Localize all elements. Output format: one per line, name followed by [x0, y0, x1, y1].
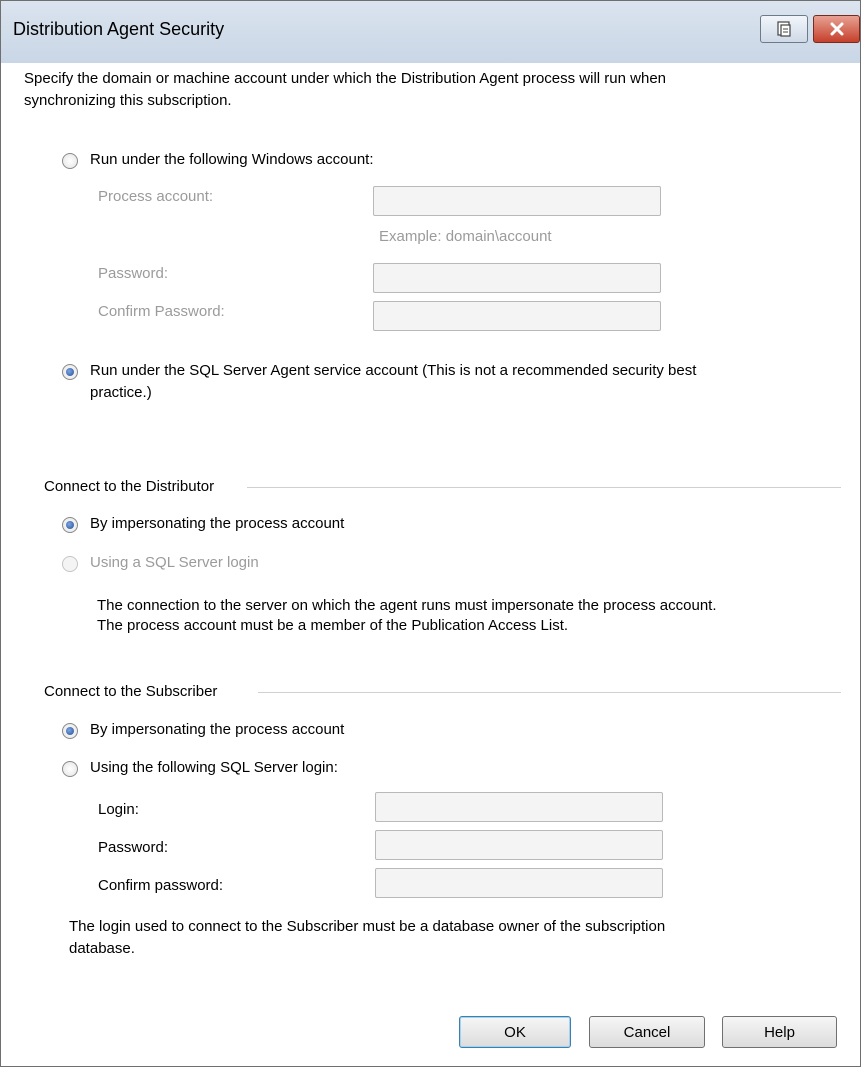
label-windows-account[interactable]: Run under the following Windows account:: [90, 151, 374, 168]
radio-subscriber-impersonate[interactable]: [62, 723, 78, 739]
process-account-input[interactable]: [373, 186, 661, 216]
radio-agent-service-account[interactable]: [62, 364, 78, 380]
label-process-account: Process account:: [98, 188, 214, 205]
subscriber-note-line1: The login used to connect to the Subscri…: [69, 918, 666, 935]
subscriber-confirm-password-input[interactable]: [375, 868, 663, 898]
ok-button[interactable]: OK: [459, 1016, 571, 1048]
login-input[interactable]: [375, 792, 663, 822]
title-bar: Distribution Agent Security: [1, 1, 860, 63]
help-title-button[interactable]: [760, 15, 808, 43]
confirm-password-input[interactable]: [373, 301, 661, 331]
radio-windows-account[interactable]: [62, 153, 78, 169]
label-agent-service-account-line1[interactable]: Run under the SQL Server Agent service a…: [90, 362, 696, 379]
label-password: Password:: [98, 265, 169, 282]
example-text: Example: domain\account: [379, 228, 552, 245]
close-button[interactable]: [813, 15, 860, 43]
label-subscriber-password: Password:: [98, 839, 169, 856]
group-distributor-divider: [247, 487, 841, 488]
window-title: Distribution Agent Security: [13, 19, 225, 39]
label-confirm-password: Confirm Password:: [98, 303, 225, 320]
label-subscriber-confirm-password: Confirm password:: [98, 877, 224, 894]
label-login: Login:: [98, 801, 139, 818]
radio-subscriber-sql-login[interactable]: [62, 761, 78, 777]
intro-text-line2: synchronizing this subscription.: [24, 92, 232, 109]
label-distributor-sql-login[interactable]: Using a SQL Server login: [90, 554, 259, 571]
label-subscriber-sql-login[interactable]: Using the following SQL Server login:: [90, 759, 338, 776]
subscriber-password-input[interactable]: [375, 830, 663, 860]
help-button[interactable]: Help: [722, 1016, 837, 1048]
help-icon: [777, 21, 791, 37]
distribution-agent-security-dialog: Distribution Agent Security Specify the …: [0, 0, 861, 1067]
group-distributor-label: Connect to the Distributor: [44, 478, 215, 495]
password-input[interactable]: [373, 263, 661, 293]
radio-distributor-sql-login[interactable]: [62, 556, 78, 572]
subscriber-note-line2: database.: [69, 940, 135, 957]
distributor-note-line2: The process account must be a member of …: [97, 617, 569, 634]
label-distributor-impersonate[interactable]: By impersonating the process account: [90, 515, 344, 532]
cancel-button[interactable]: Cancel: [589, 1016, 705, 1048]
distributor-note-line1: The connection to the server on which th…: [97, 597, 717, 614]
group-subscriber-divider: [258, 692, 841, 693]
radio-distributor-impersonate[interactable]: [62, 517, 78, 533]
label-agent-service-account-line2[interactable]: practice.): [90, 384, 152, 401]
intro-text-line1: Specify the domain or machine account un…: [24, 70, 667, 87]
group-subscriber-label: Connect to the Subscriber: [44, 683, 218, 700]
close-icon: [830, 22, 843, 36]
dialog-content: Specify the domain or machine account un…: [1, 63, 860, 1066]
label-subscriber-impersonate[interactable]: By impersonating the process account: [90, 721, 344, 738]
